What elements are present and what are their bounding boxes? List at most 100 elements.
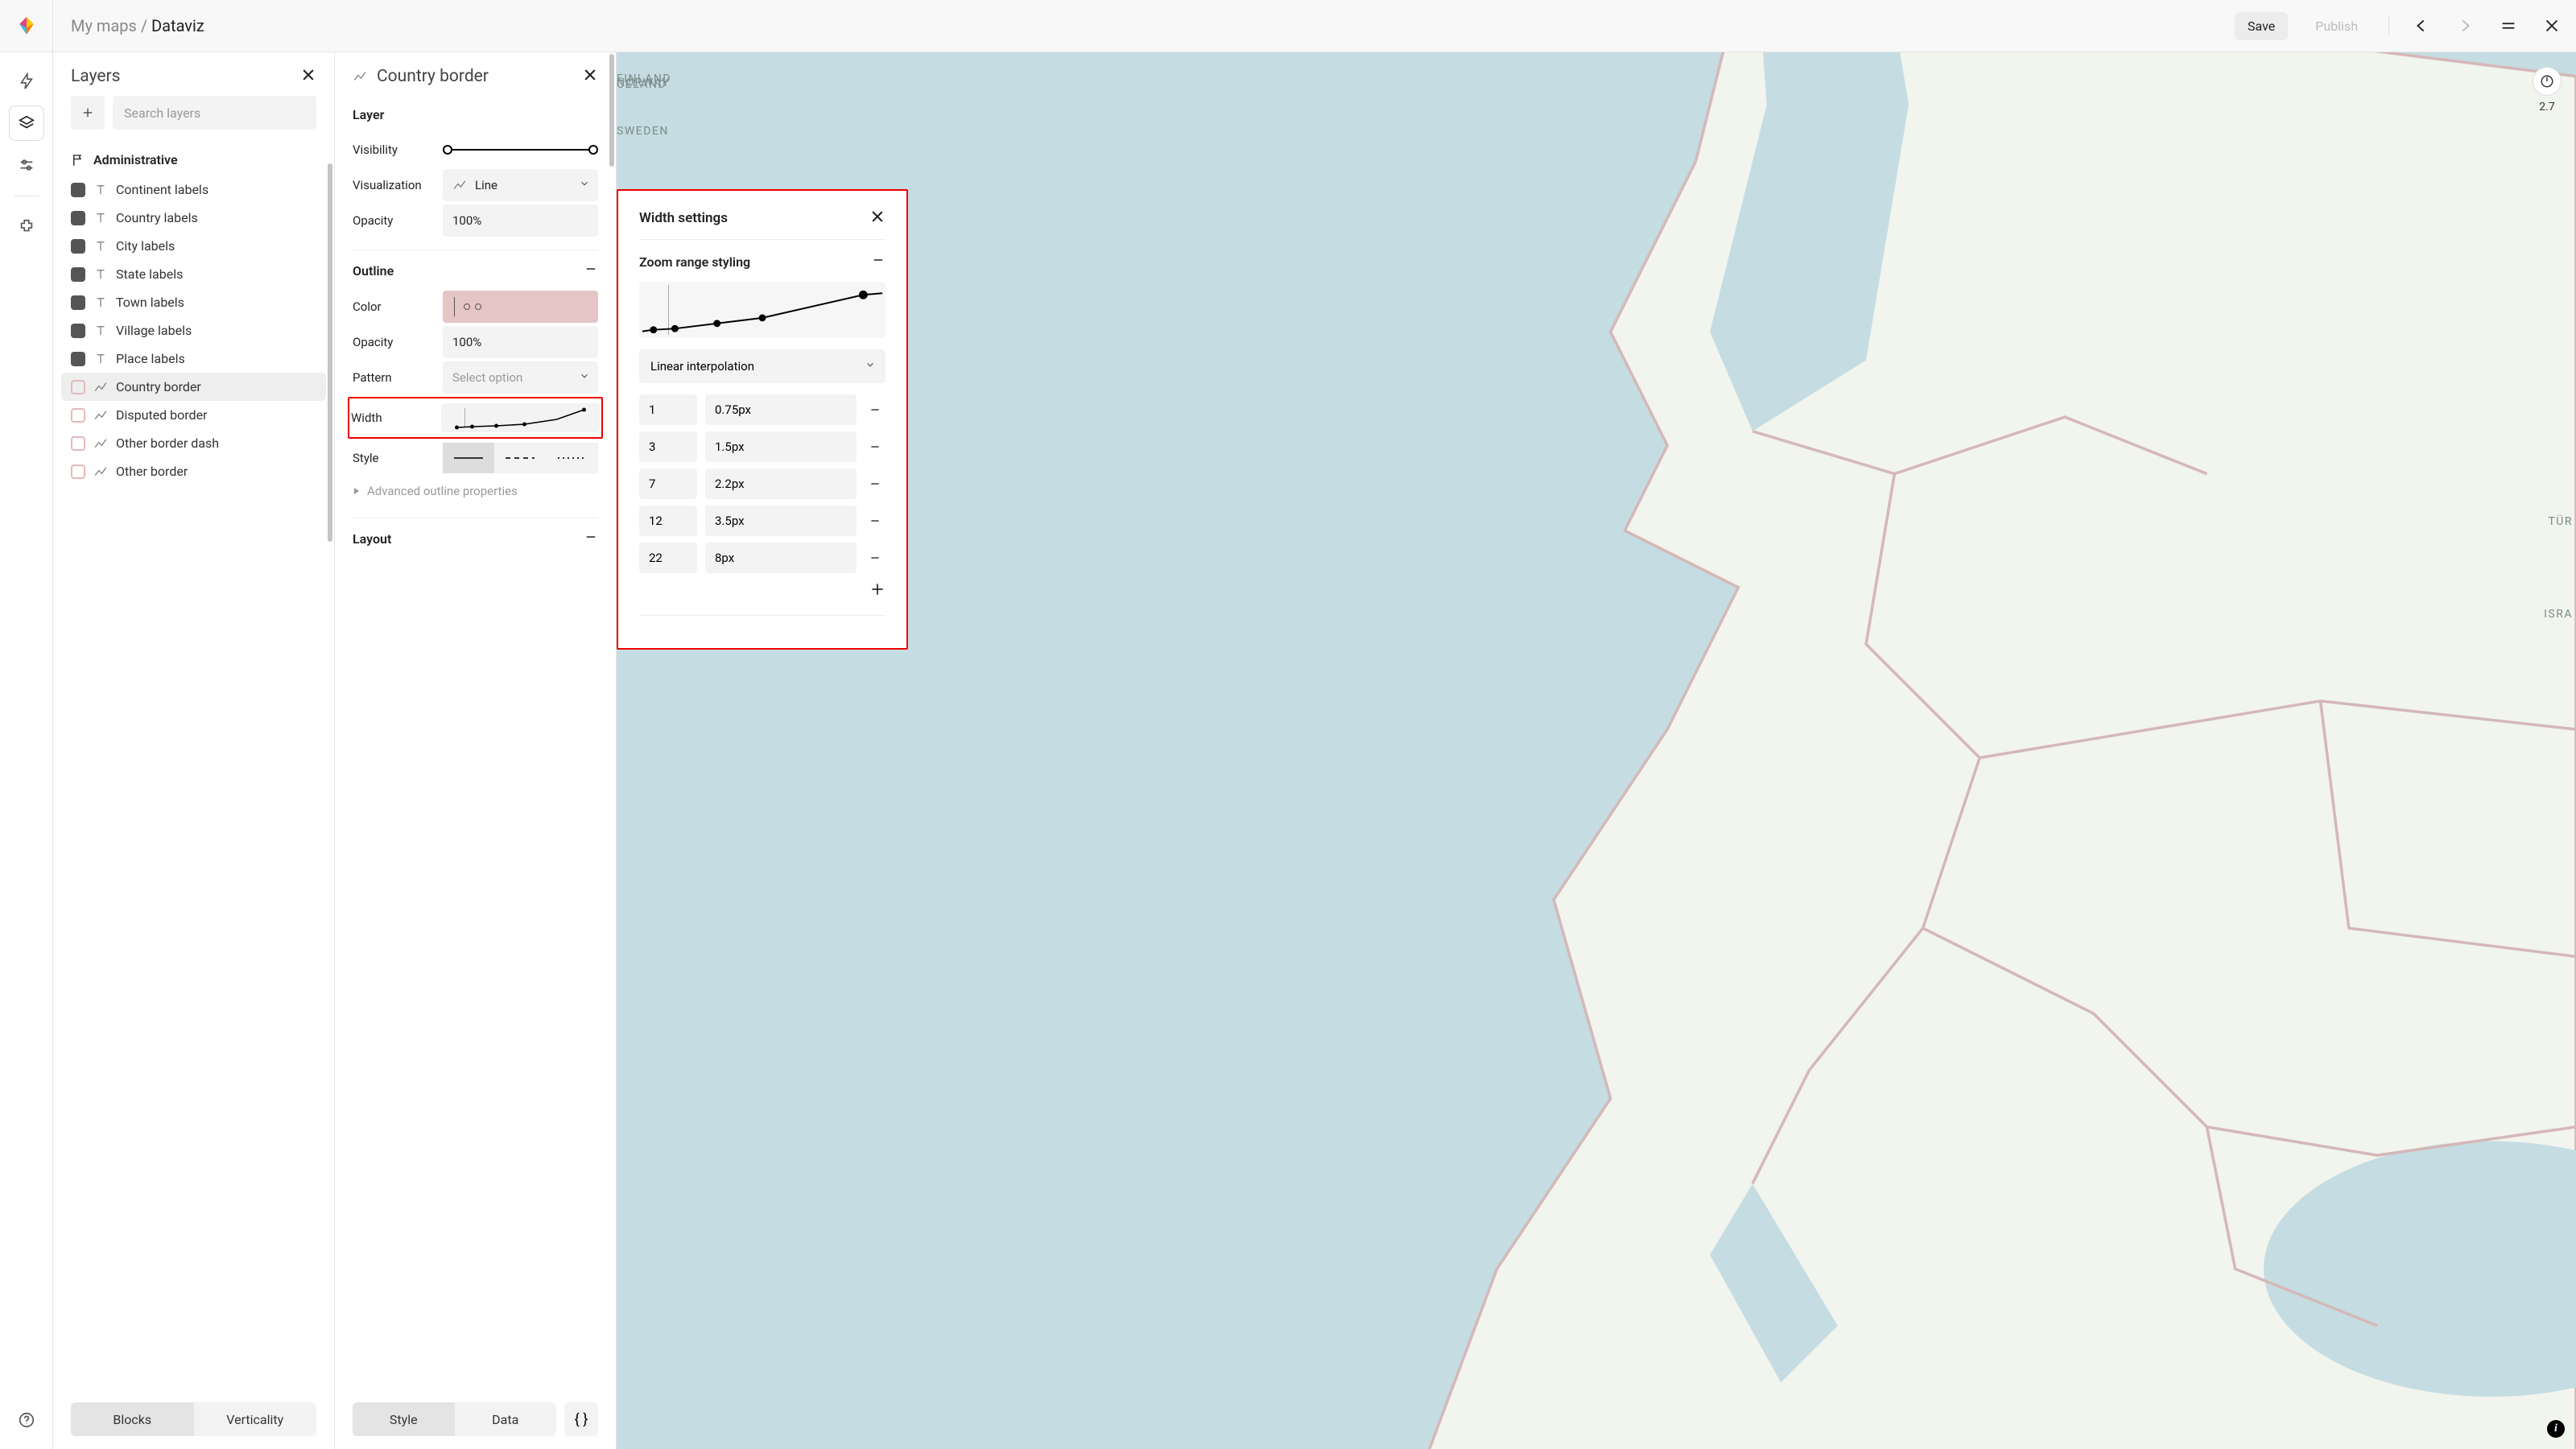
layer-visibility-checkbox[interactable] xyxy=(71,352,85,366)
style-solid[interactable] xyxy=(443,443,494,473)
line-icon xyxy=(93,464,108,479)
layer-label: City labels xyxy=(116,238,175,254)
layers-list[interactable]: Administrative Continent labelsCountry l… xyxy=(53,141,334,1394)
remove-stop-button[interactable] xyxy=(865,473,886,494)
remove-stop-button[interactable] xyxy=(865,436,886,457)
tab-blocks[interactable]: Blocks xyxy=(71,1402,194,1436)
layer-row[interactable]: Country labels xyxy=(61,204,326,232)
rail-extensions[interactable] xyxy=(9,209,44,245)
compass-icon[interactable] xyxy=(2533,67,2562,96)
zoom-indicator[interactable]: 2.7 xyxy=(2533,67,2562,114)
rail-bolt[interactable] xyxy=(9,64,44,99)
layer-row[interactable]: Continent labels xyxy=(61,175,326,204)
stop-zoom-input[interactable]: 12 xyxy=(639,506,697,536)
layer-row[interactable]: Place labels xyxy=(61,345,326,373)
section-outline[interactable]: Outline xyxy=(353,262,598,279)
layer-visibility-checkbox[interactable] xyxy=(71,211,85,225)
visibility-slider[interactable] xyxy=(443,142,598,158)
rail-help[interactable] xyxy=(9,1402,44,1438)
layer-visibility-checkbox[interactable] xyxy=(71,324,85,338)
search-layers-input[interactable] xyxy=(113,96,316,130)
back-button[interactable] xyxy=(2407,11,2436,40)
collapse-icon[interactable] xyxy=(584,530,598,547)
style-dashed[interactable] xyxy=(494,443,546,473)
remove-stop-button[interactable] xyxy=(865,547,886,568)
style-dotted[interactable] xyxy=(547,443,598,473)
layer-visibility-checkbox[interactable] xyxy=(71,183,85,197)
layers-close[interactable] xyxy=(300,67,316,86)
stop-value-input[interactable]: 3.5px xyxy=(705,506,857,536)
label-outline-opacity: Opacity xyxy=(353,335,433,349)
layer-group-administrative[interactable]: Administrative xyxy=(61,144,326,175)
stop-zoom-input[interactable]: 1 xyxy=(639,394,697,425)
breadcrumb-current[interactable]: Dataviz xyxy=(151,16,204,35)
rail-layers[interactable] xyxy=(9,105,44,141)
menu-button[interactable] xyxy=(2494,11,2523,40)
zoom-value: 2.7 xyxy=(2539,101,2554,114)
save-button[interactable]: Save xyxy=(2235,12,2288,40)
interpolation-select[interactable]: Linear interpolation xyxy=(639,349,886,383)
layer-label: Place labels xyxy=(116,351,185,366)
layer-row[interactable]: Town labels xyxy=(61,288,326,316)
zoom-range-styling-header[interactable]: Zoom range styling xyxy=(639,253,886,270)
zoom-curve-editor[interactable] xyxy=(639,282,886,338)
section-layout[interactable]: Layout xyxy=(353,530,598,547)
code-button[interactable]: { } xyxy=(564,1402,598,1436)
layer-row[interactable]: Disputed border xyxy=(61,401,326,429)
stop-zoom-input[interactable]: 22 xyxy=(639,543,697,573)
pattern-select[interactable]: Select option xyxy=(443,361,598,394)
outline-opacity-input[interactable]: 100% xyxy=(443,326,598,358)
stop-value-input[interactable]: 0.75px xyxy=(705,394,857,425)
popover-close[interactable] xyxy=(869,208,886,228)
map-canvas[interactable]: CELAND NORWAY FINLAND SWEDEN MARK BELARU… xyxy=(617,52,2576,1449)
layer-label: Town labels xyxy=(116,295,184,310)
layer-visibility-checkbox[interactable] xyxy=(71,295,85,310)
tab-data[interactable]: Data xyxy=(455,1402,557,1436)
layer-row[interactable]: City labels xyxy=(61,232,326,260)
layer-visibility-checkbox[interactable] xyxy=(71,380,85,394)
remove-stop-button[interactable] xyxy=(865,510,886,531)
add-stop-button[interactable] xyxy=(869,581,886,601)
app-logo[interactable] xyxy=(0,0,53,52)
stop-value-input[interactable]: 2.2px xyxy=(705,469,857,499)
advanced-outline-toggle[interactable]: Advanced outline properties xyxy=(353,476,598,506)
tab-style[interactable]: Style xyxy=(353,1402,455,1436)
color-picker[interactable] xyxy=(443,291,598,323)
text-icon xyxy=(93,352,108,366)
breadcrumb-parent[interactable]: My maps / xyxy=(71,16,151,35)
map-label: FINLAND xyxy=(617,72,671,85)
stop-zoom-input[interactable]: 3 xyxy=(639,431,697,462)
layer-row[interactable]: Other border xyxy=(61,457,326,485)
stop-value-input[interactable]: 8px xyxy=(705,543,857,573)
visualization-select[interactable]: Line xyxy=(443,169,598,201)
text-icon xyxy=(93,295,108,310)
remove-stop-button[interactable] xyxy=(865,399,886,420)
layer-visibility-checkbox[interactable] xyxy=(71,464,85,479)
collapse-icon[interactable] xyxy=(584,262,598,279)
tab-verticality[interactable]: Verticality xyxy=(194,1402,317,1436)
stop-value-input[interactable]: 1.5px xyxy=(705,431,857,462)
line-icon xyxy=(93,408,108,423)
opacity-input[interactable]: 100% xyxy=(443,204,598,237)
rail-sliders[interactable] xyxy=(9,147,44,183)
collapse-icon[interactable] xyxy=(871,253,886,270)
layer-row[interactable]: Other border dash xyxy=(61,429,326,457)
info-icon[interactable]: i xyxy=(2547,1420,2565,1438)
details-panel: Country border Layer Visibility Visualiz… xyxy=(335,52,617,1449)
layer-visibility-checkbox[interactable] xyxy=(71,239,85,254)
width-curve-preview[interactable] xyxy=(441,403,600,432)
label-style: Style xyxy=(353,451,433,465)
layer-row[interactable]: Village labels xyxy=(61,316,326,345)
details-close[interactable] xyxy=(582,67,598,86)
layer-row[interactable]: State labels xyxy=(61,260,326,288)
add-layer-button[interactable] xyxy=(71,96,105,130)
layer-visibility-checkbox[interactable] xyxy=(71,408,85,423)
breadcrumb[interactable]: My maps / Dataviz xyxy=(71,16,204,35)
layer-visibility-checkbox[interactable] xyxy=(71,267,85,282)
stop-zoom-input[interactable]: 7 xyxy=(639,469,697,499)
layer-visibility-checkbox[interactable] xyxy=(71,436,85,451)
layer-label: Other border dash xyxy=(116,436,219,451)
text-icon xyxy=(93,183,108,197)
close-app-button[interactable] xyxy=(2537,11,2566,40)
layer-row[interactable]: Country border xyxy=(61,373,326,401)
